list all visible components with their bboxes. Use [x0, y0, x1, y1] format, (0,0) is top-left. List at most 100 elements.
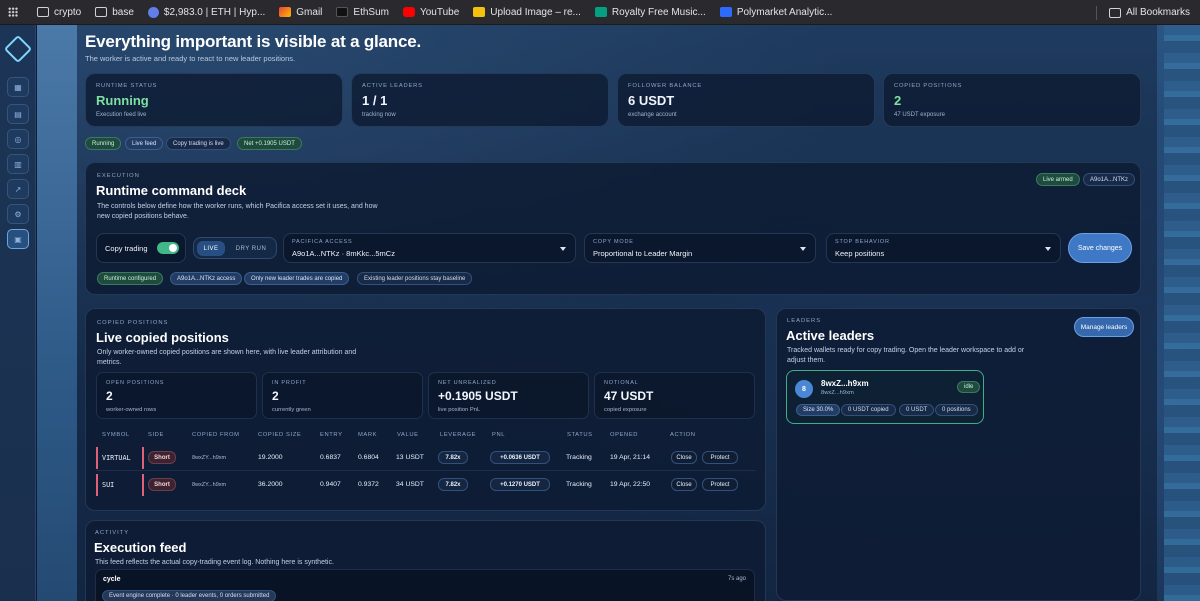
mode-live-option[interactable]: LIVE	[197, 241, 225, 256]
leverage-badge: 7.82x	[438, 451, 468, 464]
folder-icon	[95, 7, 108, 17]
bookmark-base[interactable]: base	[95, 7, 134, 18]
section-title: Runtime command deck	[96, 183, 247, 198]
bookmark-ethsum[interactable]: EthSum	[336, 7, 389, 18]
execution-panel	[85, 162, 1141, 295]
bookmark-label: $2,983.0 | ETH | Hyp...	[163, 6, 266, 18]
column-header: LEVERAGE	[440, 432, 477, 438]
metric-value: 2	[106, 389, 113, 403]
polymarket-icon	[719, 7, 732, 17]
section-description-line1: Only worker-owned copied positions are s…	[97, 349, 357, 356]
cell-copied-from: 8wxZY...h9xm	[192, 455, 227, 461]
access-badge: A9o1A...NTKz	[1083, 173, 1136, 186]
nav-external-icon[interactable]: ↗	[7, 179, 29, 199]
event-chip: Event engine complete · 0 leader events,…	[102, 590, 277, 601]
close-button[interactable]: Close	[671, 451, 697, 464]
metric-label: OPEN POSITIONS	[106, 380, 165, 386]
mode-segmented-control: LIVE DRY RUN	[193, 237, 277, 259]
column-header: PNL	[492, 432, 506, 438]
folder-icon	[37, 7, 49, 17]
pacifica-access-select[interactable]: PACIFICA ACCESS A9o1A...NTKz · 8mKkc...5…	[283, 233, 576, 263]
bookmark-music[interactable]: Royalty Free Music...	[594, 7, 706, 18]
copy-trading-control: Copy trading	[96, 233, 186, 263]
apps-button[interactable]	[8, 7, 23, 17]
column-header: SIDE	[148, 432, 164, 438]
bookmark-label: Upload Image – re...	[490, 6, 581, 18]
cell-value: 13 USDT	[396, 454, 424, 461]
section-label: LEADERS	[787, 318, 822, 324]
column-header: MARK	[358, 432, 378, 438]
cell-mark: 0.6804	[358, 454, 379, 461]
bookmark-label: crypto	[54, 6, 82, 18]
nav-terminal-icon[interactable]: ▣	[7, 229, 29, 249]
background-left-panel	[37, 25, 77, 601]
section-description: This feed reflects the actual copy-tradi…	[95, 559, 334, 566]
pnl-badge: +0.1270 USDT	[490, 478, 550, 491]
app-logo-icon[interactable]	[3, 34, 33, 64]
protect-button[interactable]: Protect	[702, 478, 738, 491]
folder-icon	[1109, 7, 1122, 18]
stat-label: RUNTIME STATUS	[96, 83, 158, 89]
stat-label: COPIED POSITIONS	[894, 83, 963, 89]
metric-card: NOTIONAL 47 USDT copied exposure	[594, 372, 755, 419]
section-title: Live copied positions	[96, 330, 229, 345]
live-armed-badge: Live armed	[1036, 173, 1080, 186]
nav-dashboard-icon[interactable]: ▦	[7, 77, 29, 97]
cell-opened: 19 Apr, 22:50	[610, 481, 651, 488]
gmail-icon	[279, 7, 292, 17]
eth-icon	[147, 6, 159, 18]
save-changes-button[interactable]: Save changes	[1068, 233, 1132, 263]
column-header: SYMBOL	[102, 432, 130, 438]
metric-note: worker-owned rows	[106, 407, 157, 413]
all-bookmarks-button[interactable]: All Bookmarks	[1109, 7, 1190, 18]
pnl-badge: +0.0636 USDT	[490, 451, 550, 464]
section-title: Execution feed	[94, 540, 187, 555]
stat-note: tracking now	[362, 112, 396, 118]
stat-value: 1 / 1	[362, 93, 388, 108]
nav-settings-icon[interactable]: ◎	[7, 129, 29, 149]
bookmark-eth[interactable]: $2,983.0 | ETH | Hyp...	[147, 6, 266, 18]
close-button[interactable]: Close	[671, 478, 697, 491]
config-chip: A9o1A...NTKz access	[170, 272, 243, 285]
cell-opened: 19 Apr, 21:14	[610, 454, 651, 461]
avatar: 8	[795, 380, 813, 398]
stat-note: Execution feed live	[96, 112, 147, 118]
section-description-line1: Tracked wallets ready for copy trading. …	[787, 347, 1025, 354]
metric-note: copied exposure	[604, 407, 647, 413]
cell-symbol: VIRTUAL	[102, 454, 131, 462]
config-chip: Only new leader trades are copied	[244, 272, 350, 285]
manage-leaders-button[interactable]: Manage leaders	[1074, 317, 1134, 337]
copy-trading-toggle[interactable]	[157, 242, 179, 254]
table-row: SUI Short 8wxZY...h9xm 36.2000 0.9407 0.…	[96, 472, 756, 498]
copy-mode-select[interactable]: COPY MODE Proportional to Leader Margin	[584, 233, 816, 263]
pixabay-icon	[594, 7, 607, 17]
metric-label: NOTIONAL	[604, 380, 639, 386]
stat-note: 47 USDT exposure	[894, 112, 945, 118]
short-indicator	[96, 447, 98, 469]
short-indicator	[142, 447, 144, 469]
protect-button[interactable]: Protect	[702, 451, 738, 464]
side-badge: Short	[148, 478, 176, 491]
bookmark-youtube[interactable]: YouTube	[402, 7, 459, 18]
upload-icon	[473, 7, 486, 17]
select-value: Keep positions	[835, 249, 885, 258]
leverage-badge: 7.82x	[438, 478, 468, 491]
metric-value: 2	[272, 389, 279, 403]
bookmark-polymarket[interactable]: Polymarket Analytic...	[719, 7, 832, 18]
bookmark-gmail[interactable]: Gmail	[279, 7, 322, 18]
stop-behavior-select[interactable]: STOP BEHAVIOR Keep positions	[826, 233, 1061, 263]
leader-tag: 0 positions	[935, 404, 978, 416]
apps-grid-icon	[8, 7, 18, 17]
bookmark-crypto[interactable]: crypto	[37, 7, 81, 18]
mode-dry-run-option[interactable]: DRY RUN	[228, 241, 274, 256]
nav-gear-icon[interactable]: ⚙	[7, 204, 29, 224]
cell-entry: 0.9407	[320, 481, 341, 488]
bookmark-upload[interactable]: Upload Image – re...	[473, 7, 581, 18]
stat-card-positions: COPIED POSITIONS 2 47 USDT exposure	[883, 73, 1141, 127]
nav-analytics-icon[interactable]: ▥	[7, 154, 29, 174]
nav-chart-icon[interactable]: ▤	[7, 104, 29, 124]
section-description-line1: The controls below define how the worker…	[97, 203, 378, 210]
status-pill-copy-live: Copy trading is live	[166, 137, 231, 150]
cell-status: Tracking	[566, 454, 592, 461]
leader-card[interactable]: 8 8wxZ...h9xm 8wxZ...h9xm idle Size 30.0…	[786, 370, 984, 424]
